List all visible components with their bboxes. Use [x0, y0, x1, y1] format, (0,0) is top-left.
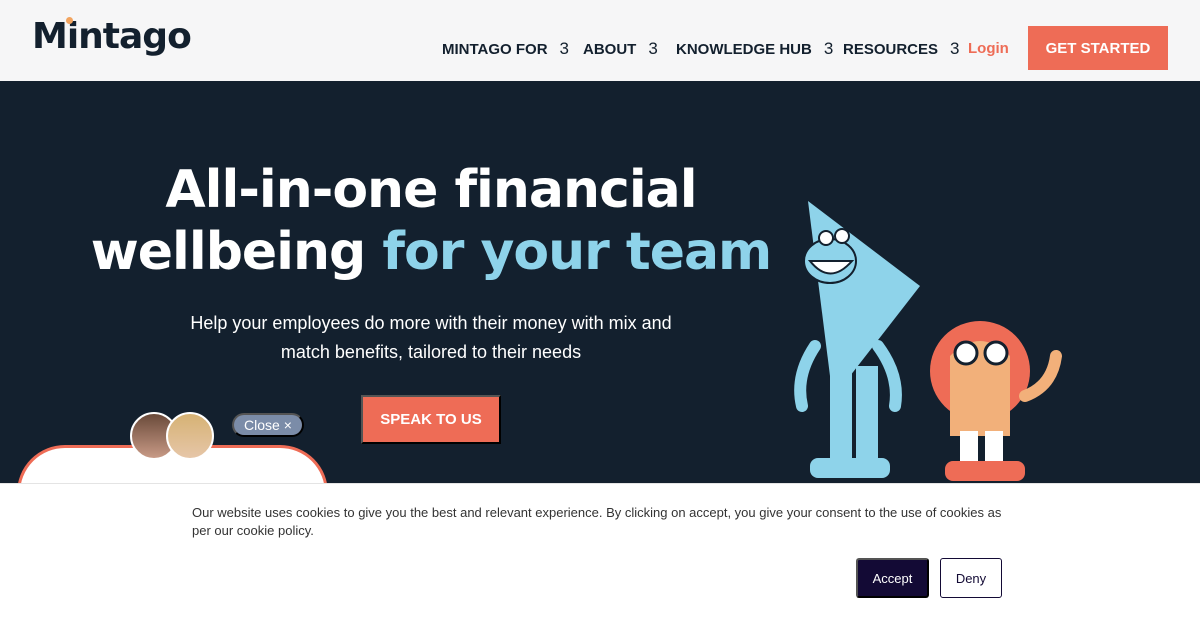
chevron-down-icon: 3: [950, 39, 960, 58]
chevron-down-icon: 3: [648, 39, 658, 58]
login-link[interactable]: Login: [968, 40, 1009, 57]
speak-to-us-button[interactable]: SPEAK TO US: [361, 395, 501, 444]
nav-knowledge-hub[interactable]: KNOWLEDGE HUB 3: [676, 39, 833, 59]
chevron-down-icon: 3: [559, 39, 570, 58]
hero-subtitle: Help your employees do more with their m…: [190, 313, 672, 362]
hero-title-line-1: All-in-one financial: [165, 160, 697, 220]
logo[interactable]: Mintago: [32, 16, 192, 57]
hero-title-line-2: wellbeing for your team: [0, 222, 862, 282]
nav-about[interactable]: ABOUT 3: [583, 39, 658, 59]
site-header: Mintago MINTAGO FOR 3 ABOUT 3 KNOWLEDGE HU…: [0, 0, 1200, 81]
close-label: Close: [244, 417, 280, 433]
nav-mintago-for[interactable]: MINTAGO FOR 3: [442, 39, 569, 59]
close-icon: ×: [283, 417, 292, 433]
nav-label: KNOWLEDGE HUB: [676, 40, 812, 58]
cookie-banner: Our website uses cookies to give you the…: [0, 483, 1200, 623]
logo-dot: [66, 17, 73, 24]
deny-button[interactable]: Deny: [940, 558, 1002, 598]
nav-label: ABOUT: [583, 40, 637, 58]
title-accent: for your team: [382, 222, 772, 282]
cookie-text: Our website uses cookies to give you the…: [192, 505, 1002, 538]
avatar: [166, 412, 214, 460]
nav-label: MINTAGO FOR: [442, 40, 548, 58]
logo-text: Mintago: [32, 16, 192, 57]
get-started-button[interactable]: GET STARTED: [1028, 26, 1168, 70]
accept-button[interactable]: Accept: [856, 558, 929, 598]
chat-close-button[interactable]: Close ×: [232, 413, 304, 437]
chevron-down-icon: 3: [823, 39, 834, 58]
title-plain: wellbeing: [90, 222, 383, 282]
nav-label: RESOURCES: [843, 40, 939, 58]
nav-resources[interactable]: RESOURCES 3: [843, 39, 960, 59]
